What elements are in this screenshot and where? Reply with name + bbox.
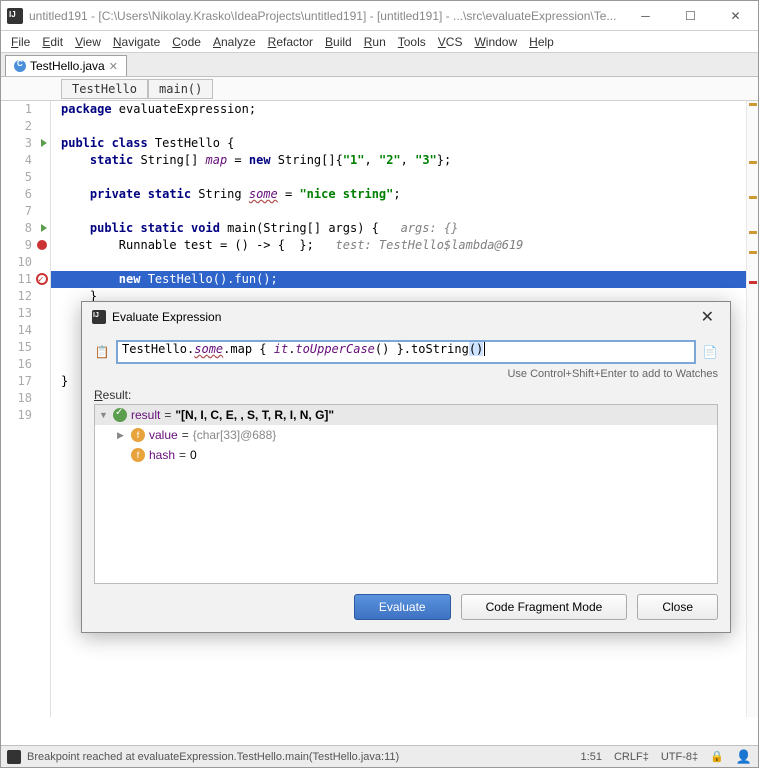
gutter-line[interactable]: 14 [1,322,50,339]
encoding[interactable]: UTF-8‡ [661,751,698,763]
code-line[interactable]: private static String some = "nice strin… [51,186,758,203]
gutter-line[interactable]: 2 [1,118,50,135]
statusbar-icon[interactable] [7,750,21,764]
marker-strip [746,101,758,717]
tree-row[interactable]: ▶ f value = {char[33]@688} [95,425,717,445]
menu-refactor[interactable]: Refactor [262,33,319,51]
menu-file[interactable]: File [5,33,36,51]
result-label: Result: [94,388,718,402]
minimize-icon[interactable]: ─ [623,1,668,31]
menu-tools[interactable]: Tools [392,33,432,51]
expression-input[interactable]: TestHello.some.map { it.toUpperCase() }.… [116,340,696,364]
gutter-line[interactable]: 9 [1,237,50,254]
menu-build[interactable]: Build [319,33,358,51]
expand-arrow-icon[interactable]: ▶ [117,430,127,441]
breakpoint-active-icon[interactable] [36,273,48,285]
gutter-line[interactable]: 5 [1,169,50,186]
code-line[interactable]: new TestHello().fun(); [51,271,758,288]
tab-close-icon[interactable]: ✕ [109,60,118,73]
code-line[interactable]: public static void main(String[] args) {… [51,220,758,237]
code-line[interactable] [51,118,758,135]
caret-position: 1:51 [581,751,602,763]
menu-edit[interactable]: Edit [36,33,69,51]
code-line[interactable] [51,169,758,186]
maximize-icon[interactable]: ☐ [668,1,713,31]
code-line[interactable] [51,203,758,220]
breakpoint-icon[interactable] [37,240,47,250]
evaluate-expression-dialog: Evaluate Expression ✕ 📋 TestHello.some.m… [81,301,731,633]
result-tree[interactable]: ▼ result = "[N, I, C, E, , S, T, R, I, N… [94,404,718,584]
run-icon[interactable] [41,224,47,232]
menu-help[interactable]: Help [523,33,560,51]
code-line[interactable]: public class TestHello { [51,135,758,152]
gutter-line[interactable]: 18 [1,390,50,407]
code-line[interactable]: Runnable test = () -> { }; test: TestHel… [51,237,758,254]
java-class-icon [14,60,26,72]
editor-tab[interactable]: TestHello.java ✕ [5,55,127,76]
gutter-line[interactable]: 3 [1,135,50,152]
dialog-icon [92,310,106,324]
gutter-line[interactable]: 11 [1,271,50,288]
gutter-line[interactable]: 10 [1,254,50,271]
history-icon[interactable]: 📋 [94,344,110,360]
code-line[interactable]: static String[] map = new String[]{"1", … [51,152,758,169]
app-icon [7,8,23,24]
window-controls: ─ ☐ ✕ [623,1,758,31]
gutter-line[interactable]: 7 [1,203,50,220]
menu-analyze[interactable]: Analyze [207,33,262,51]
menubar: FileEditViewNavigateCodeAnalyzeRefactorB… [1,31,758,53]
gutter-line[interactable]: 1 [1,101,50,118]
gutter-line[interactable]: 13 [1,305,50,322]
menu-code[interactable]: Code [166,33,207,51]
evaluate-button[interactable]: Evaluate [354,594,451,620]
tree-row[interactable]: f hash = 0 [95,445,717,465]
gutter-line[interactable]: 15 [1,339,50,356]
menu-view[interactable]: View [69,33,107,51]
dialog-title: Evaluate Expression [112,310,221,324]
breadcrumbs: TestHellomain() [1,77,758,101]
editor-tabs: TestHello.java ✕ [1,53,758,77]
close-button[interactable]: Close [637,594,718,620]
dialog-titlebar: Evaluate Expression ✕ [82,302,730,332]
menu-vcs[interactable]: VCS [432,33,469,51]
gutter-line[interactable]: 6 [1,186,50,203]
close-icon[interactable]: ✕ [713,1,758,31]
code-line[interactable]: package evaluateExpression; [51,101,758,118]
gutter-line[interactable]: 4 [1,152,50,169]
status-text: Breakpoint reached at evaluateExpression… [27,751,399,763]
code-line[interactable] [51,254,758,271]
gutter-line[interactable]: 19 [1,407,50,424]
window-titlebar: untitled191 - [C:\Users\Nikolay.Krasko\I… [1,1,758,31]
gutter-line[interactable]: 12 [1,288,50,305]
tree-row[interactable]: ▼ result = "[N, I, C, E, , S, T, R, I, N… [95,405,717,425]
menu-run[interactable]: Run [358,33,392,51]
result-ok-icon [113,408,127,422]
breadcrumb-item[interactable]: main() [148,79,213,99]
menu-window[interactable]: Window [468,33,523,51]
line-separator[interactable]: CRLF‡ [614,751,649,763]
window-title: untitled191 - [C:\Users\Nikolay.Krasko\I… [29,9,623,23]
breadcrumb-item[interactable]: TestHello [61,79,148,99]
hector-icon[interactable]: 👤 [736,749,752,765]
gutter-line[interactable]: 8 [1,220,50,237]
field-icon: f [131,448,145,462]
field-icon: f [131,428,145,442]
hint-text: Use Control+Shift+Enter to add to Watche… [94,368,718,380]
expand-icon[interactable]: 📄 [702,344,718,360]
code-fragment-button[interactable]: Code Fragment Mode [461,594,628,620]
expand-arrow-icon[interactable]: ▼ [99,410,109,420]
gutter-line[interactable]: 17 [1,373,50,390]
statusbar: Breakpoint reached at evaluateExpression… [1,745,758,767]
lock-icon[interactable]: 🔒 [710,750,724,763]
run-icon[interactable] [41,139,47,147]
menu-navigate[interactable]: Navigate [107,33,166,51]
gutter: 12345678910111213141516171819 [1,101,51,717]
tab-label: TestHello.java [30,59,105,73]
gutter-line[interactable]: 16 [1,356,50,373]
dialog-close-icon[interactable]: ✕ [695,305,720,329]
